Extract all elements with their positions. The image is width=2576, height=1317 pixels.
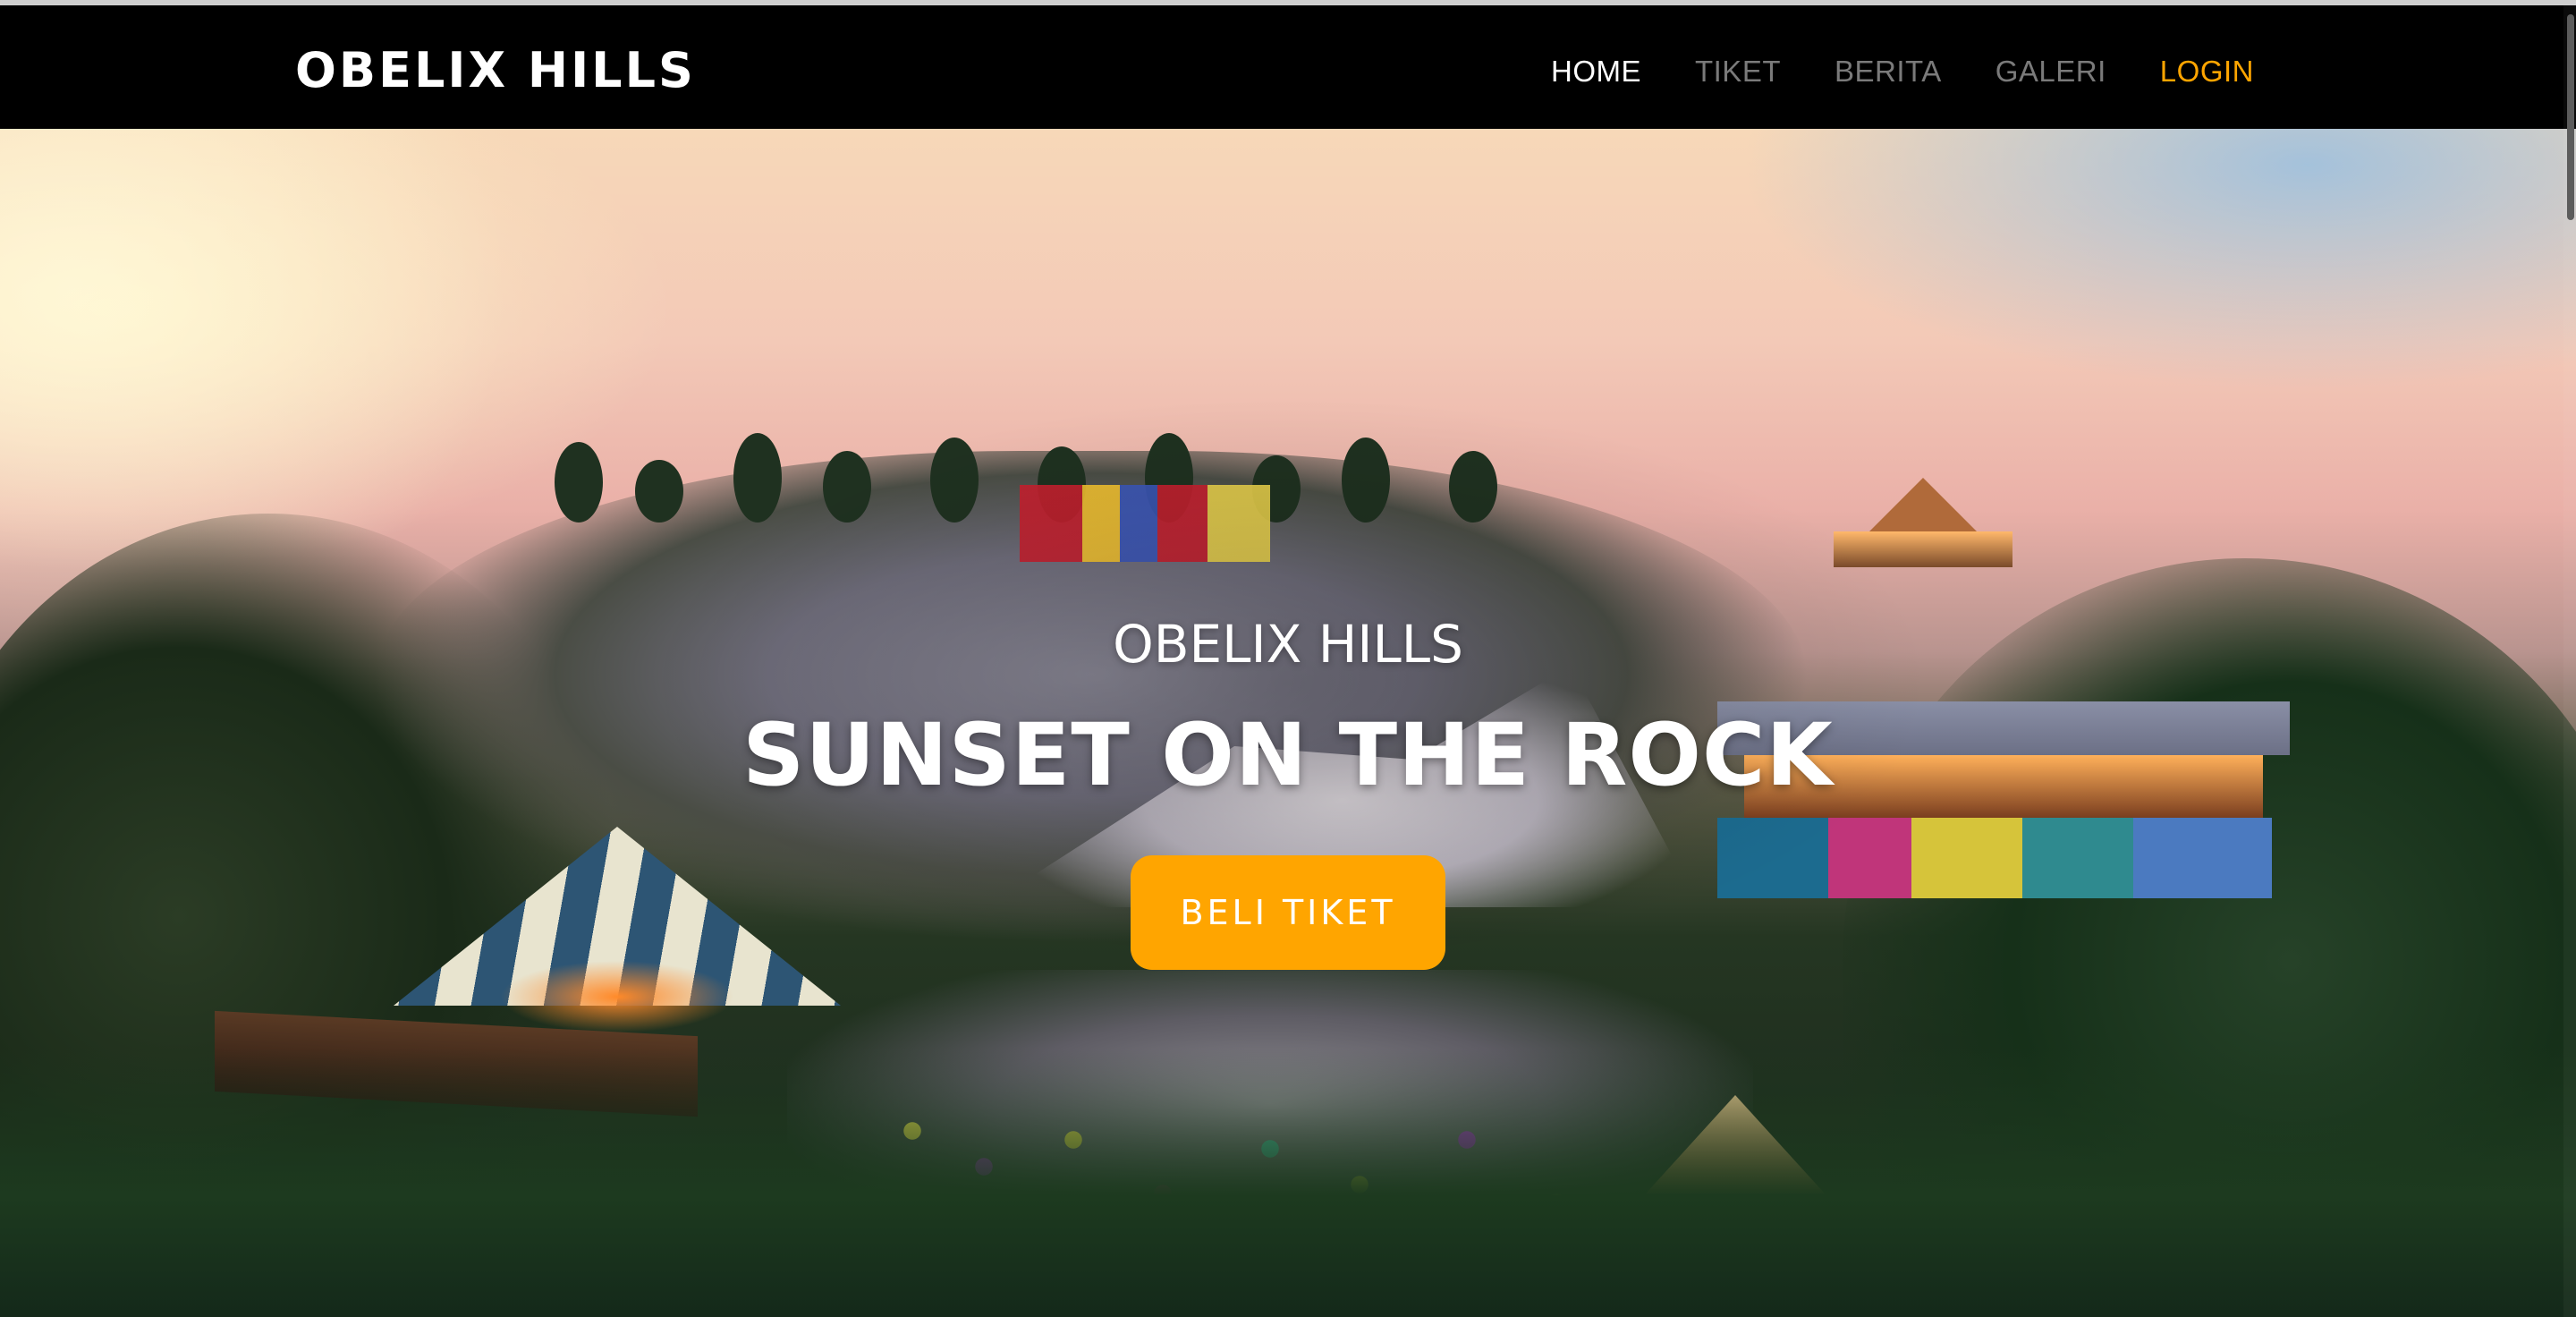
scrollbar[interactable] [2563, 5, 2576, 1317]
nav-tiket[interactable]: TIKET [1695, 50, 1781, 93]
page: OBELIX HILLS HOME TIKET BERITA GALERI LO… [0, 0, 2576, 1317]
navbar: OBELIX HILLS HOME TIKET BERITA GALERI LO… [0, 5, 2576, 129]
hero-subtitle: OBELIX HILLS [1113, 614, 1463, 675]
nav-login[interactable]: LOGIN [2160, 50, 2254, 93]
hero-content: OBELIX HILLS SUNSET ON THE ROCK BELI TIK… [0, 129, 2576, 1317]
nav-home[interactable]: HOME [1551, 50, 1641, 93]
main-nav: HOME TIKET BERITA GALERI LOGIN [1551, 50, 2254, 93]
hero-section: OBELIX HILLS SUNSET ON THE ROCK BELI TIK… [0, 129, 2576, 1317]
hero-title: SUNSET ON THE ROCK [742, 705, 1834, 805]
scrollbar-thumb[interactable] [2567, 14, 2574, 220]
nav-galeri[interactable]: GALERI [1996, 50, 2106, 93]
buy-ticket-button[interactable]: BELI TIKET [1131, 855, 1445, 970]
nav-berita[interactable]: BERITA [1835, 50, 1942, 93]
brand-logo[interactable]: OBELIX HILLS [295, 39, 696, 102]
